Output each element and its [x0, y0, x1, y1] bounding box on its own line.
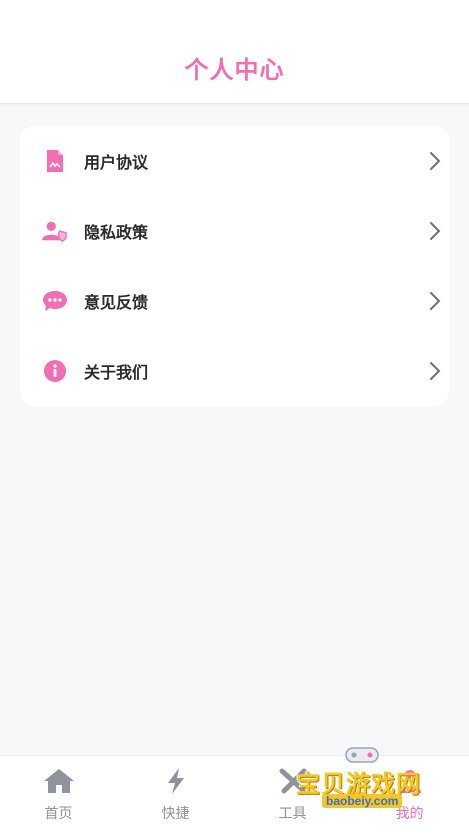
document-icon: [42, 148, 68, 174]
chevron-right-icon: [430, 222, 441, 240]
chat-bubble-icon: [42, 288, 68, 314]
menu-item-label: 隐私政策: [84, 223, 149, 242]
gamepad-icon: [345, 747, 379, 763]
chevron-right-icon: [430, 292, 441, 310]
tab-shortcuts[interactable]: 快捷: [117, 756, 234, 834]
menu-item-about-us[interactable]: 关于我们: [20, 336, 449, 406]
lightning-icon: [159, 766, 193, 796]
menu-item-user-agreement[interactable]: 用户协议: [20, 126, 449, 196]
tab-label: 首页: [44, 806, 73, 822]
top-bar: 个人中心: [0, 0, 469, 104]
tab-home[interactable]: 首页: [0, 756, 117, 834]
home-icon: [42, 766, 76, 796]
menu-item-label: 用户协议: [84, 153, 149, 172]
info-icon: [42, 358, 68, 384]
menu-item-privacy-policy[interactable]: 隐私政策: [20, 196, 449, 266]
chevron-right-icon: [430, 152, 441, 170]
site-watermark: 宝贝游戏网 baobeiy.com: [292, 742, 442, 830]
watermark-url: baobeiy.com: [322, 794, 403, 808]
menu-item-feedback[interactable]: 意见反馈: [20, 266, 449, 336]
menu-card: 用户协议 隐私政策 意见反馈 关于我们: [20, 126, 449, 406]
menu-item-label: 关于我们: [84, 363, 149, 382]
tab-label: 快捷: [161, 806, 190, 822]
page-title: 个人中心: [184, 56, 285, 84]
user-shield-icon: [42, 218, 68, 244]
menu-item-label: 意见反馈: [84, 293, 149, 312]
chevron-right-icon: [430, 362, 441, 380]
